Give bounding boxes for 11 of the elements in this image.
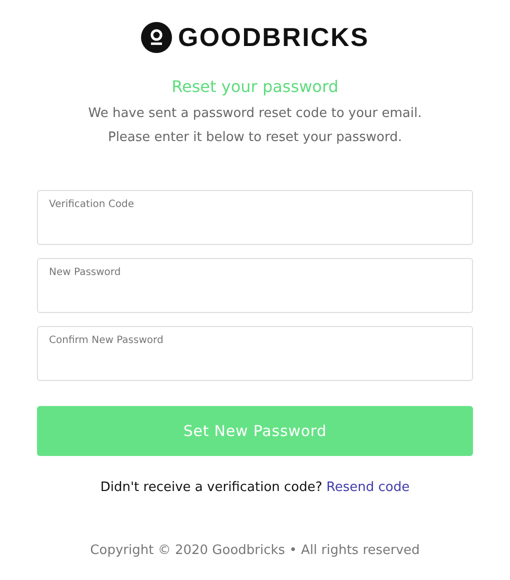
input-field[interactable]: New Password [37, 258, 473, 313]
resend-prompt: Didn't receive a verification code? [100, 480, 322, 495]
input-field[interactable]: Confirm New Password [37, 326, 473, 381]
logo-icon [140, 22, 172, 53]
page-title: Reset your password [172, 77, 338, 96]
input-field[interactable]: Verification Code [37, 190, 473, 245]
copyright-text: Copyright © 2020 Goodbricks • All rights reserved [90, 543, 420, 558]
resend-link[interactable]: Resend code [326, 480, 410, 495]
description-text: We have sent a password reset code to your email. [88, 105, 422, 123]
description-text: Please enter it below to reset your password. [108, 129, 402, 147]
logo-text: GOODBRICKS [178, 22, 370, 53]
